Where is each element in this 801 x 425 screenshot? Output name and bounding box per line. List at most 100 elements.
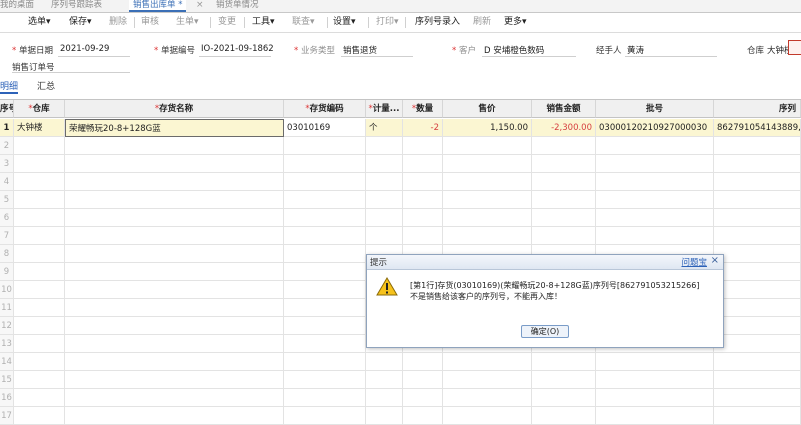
grid-cell[interactable] [532, 173, 596, 191]
grid-cell[interactable] [443, 209, 532, 227]
grid-cell[interactable] [284, 191, 366, 209]
audit-button[interactable]: 审核 [141, 15, 159, 30]
tools-button[interactable]: 工具▾ [252, 15, 275, 30]
grid-cell[interactable] [403, 173, 443, 191]
tab-sales-outbound[interactable]: 销售出库单 * [129, 0, 187, 12]
grid-cell[interactable] [403, 353, 443, 371]
save-button[interactable]: 保存▾ [69, 15, 92, 30]
grid-cell[interactable] [443, 191, 532, 209]
grid-cell[interactable] [65, 335, 284, 353]
grid-cell[interactable] [443, 137, 532, 155]
qty-cell[interactable]: -2 [403, 119, 443, 137]
grid-cell[interactable] [65, 155, 284, 173]
grid-cell[interactable] [14, 335, 65, 353]
help-link[interactable]: 问题宝 [681, 256, 707, 268]
grid-cell[interactable] [366, 407, 403, 425]
grid-cell[interactable] [714, 173, 801, 191]
grid-cell[interactable] [532, 389, 596, 407]
grid-cell[interactable] [714, 245, 801, 263]
grid-cell[interactable] [714, 263, 801, 281]
grid-cell[interactable] [366, 137, 403, 155]
grid-cell[interactable] [714, 209, 801, 227]
grid-cell[interactable] [14, 389, 65, 407]
handler-field[interactable]: 黄涛 [627, 44, 644, 56]
grid-cell[interactable] [14, 209, 65, 227]
grid-cell[interactable] [714, 407, 801, 425]
grid-cell[interactable] [14, 407, 65, 425]
grid-cell[interactable] [443, 155, 532, 173]
grid-cell[interactable] [14, 137, 65, 155]
grid-cell[interactable] [65, 353, 284, 371]
grid-cell[interactable] [403, 389, 443, 407]
amount-cell[interactable]: -2,300.00 [532, 119, 596, 137]
grid-cell[interactable] [284, 317, 366, 335]
grid-cell[interactable] [714, 371, 801, 389]
grid-cell[interactable] [366, 155, 403, 173]
delete-button[interactable]: 删除 [109, 15, 127, 30]
grid-cell[interactable] [14, 317, 65, 335]
print-button[interactable]: 打印▾ [376, 15, 399, 30]
grid-cell[interactable] [714, 281, 801, 299]
grid-cell[interactable] [366, 173, 403, 191]
grid-cell[interactable] [284, 263, 366, 281]
grid-cell[interactable] [714, 353, 801, 371]
grid-cell[interactable] [14, 227, 65, 245]
grid-cell[interactable] [532, 407, 596, 425]
warehouse-cell[interactable]: 大钟楼 [14, 119, 65, 137]
grid-cell[interactable] [532, 209, 596, 227]
grid-cell[interactable] [714, 299, 801, 317]
biz-type-field[interactable]: 销售退货 [343, 44, 377, 56]
more-button[interactable]: 更多▾ [504, 15, 527, 30]
grid-cell[interactable] [596, 155, 714, 173]
grid-cell[interactable] [532, 155, 596, 173]
grid-cell[interactable] [532, 371, 596, 389]
grid-cell[interactable] [443, 371, 532, 389]
doc-date-field[interactable]: 2021-09-29 [60, 44, 109, 54]
grid-cell[interactable] [532, 191, 596, 209]
grid-cell[interactable] [284, 209, 366, 227]
grid-cell[interactable] [65, 263, 284, 281]
grid-cell[interactable] [284, 407, 366, 425]
grid-cell[interactable] [284, 389, 366, 407]
grid-cell[interactable] [596, 371, 714, 389]
grid-cell[interactable] [443, 353, 532, 371]
grid-cell[interactable] [65, 227, 284, 245]
grid-cell[interactable] [596, 227, 714, 245]
grid-cell[interactable] [596, 137, 714, 155]
grid-cell[interactable] [366, 191, 403, 209]
grid-cell[interactable] [366, 371, 403, 389]
grid-cell[interactable] [14, 299, 65, 317]
grid-cell[interactable] [366, 227, 403, 245]
grid-cell[interactable] [443, 407, 532, 425]
grid-cell[interactable] [714, 389, 801, 407]
grid-cell[interactable] [714, 137, 801, 155]
grid-cell[interactable] [403, 191, 443, 209]
grid-cell[interactable] [65, 281, 284, 299]
grid-cell[interactable] [284, 227, 366, 245]
grid-cell[interactable] [596, 407, 714, 425]
batch-cell[interactable]: 03000120210927000030 [596, 119, 714, 137]
grid-cell[interactable] [65, 137, 284, 155]
grid-cell[interactable] [284, 353, 366, 371]
grid-cell[interactable] [403, 407, 443, 425]
grid-cell[interactable] [403, 371, 443, 389]
serial-cell[interactable]: 862791054143889,862 [714, 119, 801, 137]
subtab-summary[interactable]: 汇总 [37, 79, 55, 92]
grid-cell[interactable] [284, 173, 366, 191]
grid-cell[interactable] [403, 137, 443, 155]
grid-cell[interactable] [14, 353, 65, 371]
grid-cell[interactable] [596, 173, 714, 191]
grid-cell[interactable] [366, 209, 403, 227]
grid-cell[interactable] [284, 299, 366, 317]
grid-cell[interactable] [443, 173, 532, 191]
grid-cell[interactable] [714, 335, 801, 353]
grid-cell[interactable] [284, 335, 366, 353]
grid-cell[interactable] [284, 281, 366, 299]
change-button[interactable]: 变更 [218, 15, 236, 30]
grid-cell[interactable] [443, 227, 532, 245]
grid-cell[interactable] [14, 263, 65, 281]
grid-cell[interactable] [65, 317, 284, 335]
settings-button[interactable]: 设置▾ [333, 15, 356, 30]
grid-cell[interactable] [284, 137, 366, 155]
grid-cell[interactable] [65, 299, 284, 317]
